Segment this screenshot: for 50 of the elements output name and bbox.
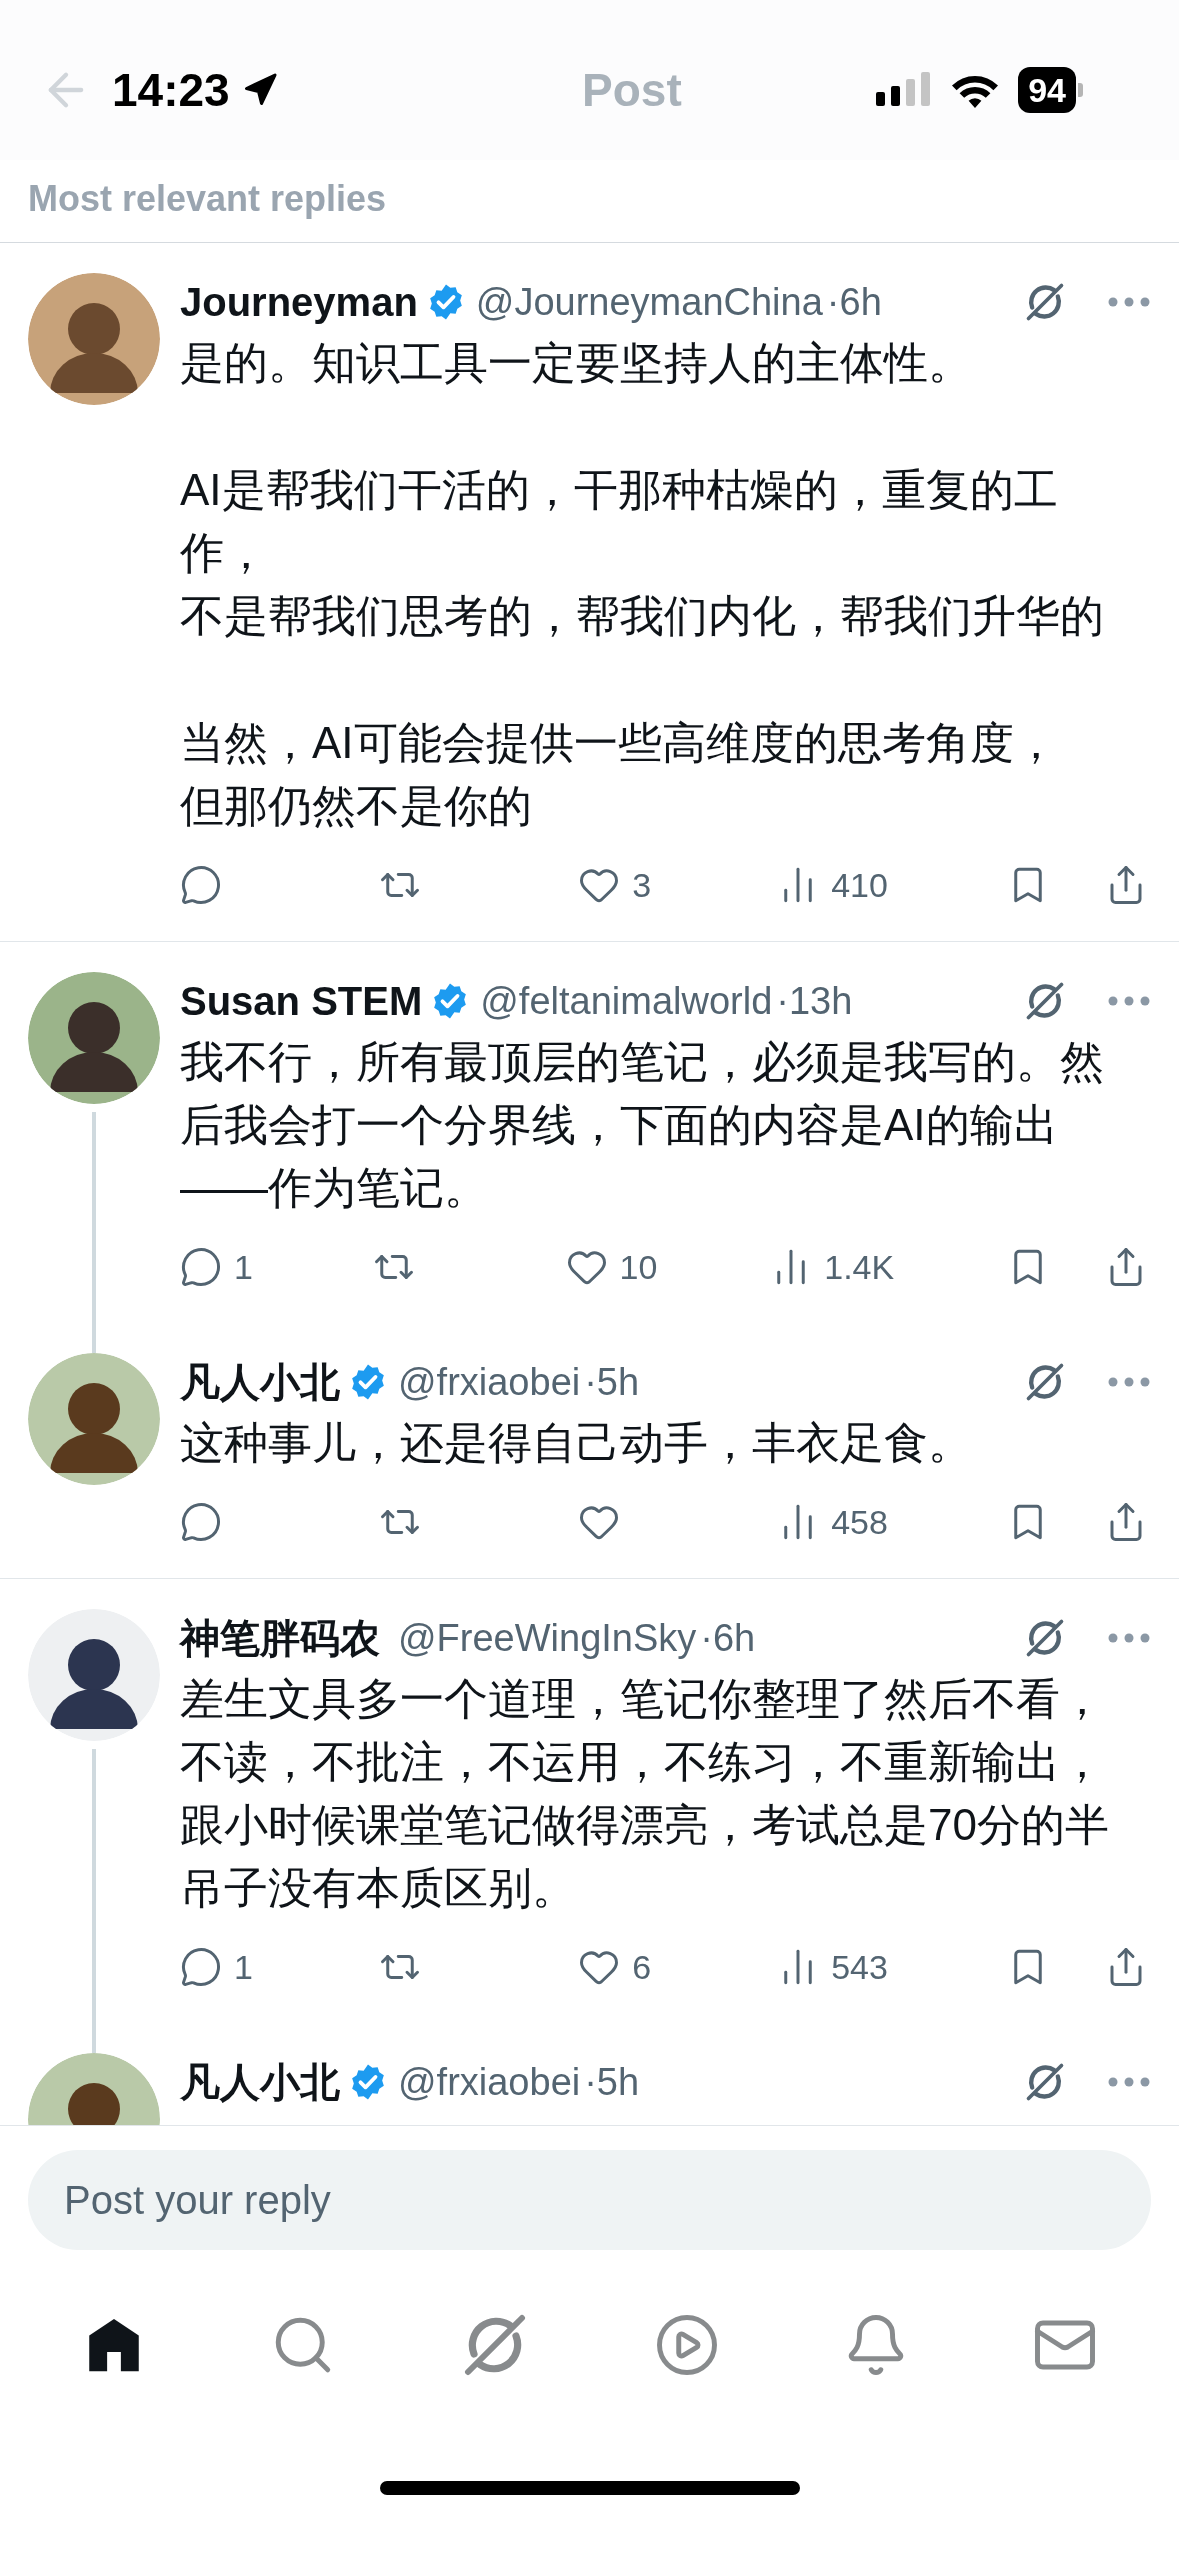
reply-text: 差生文具多一个道理，笔记你整理了然后不看，不读，不批注，不运用，不练习，不重新输出，跟小时候课堂笔记做得漂亮，考试总是70分的半吊子没有本质区别。 [180, 1673, 1110, 1914]
action-count: 410 [831, 864, 888, 906]
action-count: 1.4K [824, 1246, 895, 1288]
action-count: 10 [619, 1246, 658, 1288]
reply-text: 这种事儿，还是得自己动手，丰衣足食。 [180, 1417, 973, 1469]
post-time: ·6h [700, 1615, 756, 1661]
avatar[interactable] [28, 1353, 160, 1485]
author-handle: @frxiaobei [398, 1359, 581, 1405]
author-name[interactable]: 凡人小北 [180, 1352, 340, 1412]
post-time: ·5h [584, 2059, 640, 2105]
more-icon[interactable] [1107, 2076, 1151, 2088]
more-icon[interactable] [1107, 1632, 1151, 1644]
action-count: 1 [234, 1946, 253, 1988]
author-handle: @feltanimalworld [480, 978, 773, 1024]
reply-text: 是的。知识工具一定要坚持人的主体性。 [180, 337, 973, 389]
avatar[interactable] [28, 1609, 160, 1741]
reply-icon[interactable] [180, 1246, 222, 1288]
reply-text: 我不行，所有最顶层的笔记，必须是我写的。然后我会打一个分界线，下面的内容是AI的输出——作为笔记。 [180, 1036, 1105, 1214]
battery-level: 94 [1018, 67, 1076, 113]
more-icon[interactable] [1107, 1376, 1151, 1388]
more-icon[interactable] [1107, 296, 1151, 308]
reply-input-field[interactable]: Post your reply [28, 2150, 1151, 2250]
author-name[interactable]: 神笔胖码农 [180, 1608, 380, 1668]
author-name[interactable]: Susan STEM [180, 971, 423, 1031]
author-handle: @FreeWingInSky [398, 1615, 697, 1661]
author-name[interactable]: 凡人小北 [180, 2052, 340, 2112]
post-time: ·13h [776, 978, 853, 1024]
action-count: 1 [234, 1246, 253, 1288]
post-time: ·5h [584, 1359, 640, 1405]
author-name[interactable]: Journeyman [180, 272, 418, 332]
action-count: 458 [831, 1501, 888, 1543]
reply-text: AI是帮我们干活的，干那种枯燥的，重复的工作， [180, 464, 1059, 579]
reply-text: 当然，AI可能会提供一些高维度的思考角度， [180, 717, 1059, 769]
avatar[interactable] [28, 972, 160, 1104]
reply-text: 但那仍然不是你的 [180, 780, 533, 832]
battery-tip-icon [1078, 83, 1083, 97]
action-count: 3 [632, 864, 652, 906]
author-handle: @JourneymanChina [475, 279, 823, 325]
reply-icon[interactable] [180, 864, 222, 906]
more-icon[interactable] [1107, 995, 1151, 1007]
status-time: 14:23 [112, 62, 230, 118]
action-count: 6 [632, 1946, 652, 1988]
action-count: 543 [831, 1946, 888, 1988]
reply-icon[interactable] [180, 1946, 222, 1988]
header-title: Post [582, 62, 682, 118]
author-handle: @frxiaobei [398, 2059, 581, 2105]
reply-text: 不是帮我们思考的，帮我们内化，帮我们升华的 [180, 590, 1105, 642]
avatar[interactable] [28, 273, 160, 405]
post-time: ·6h [826, 279, 882, 325]
reply-icon[interactable] [180, 1501, 222, 1543]
